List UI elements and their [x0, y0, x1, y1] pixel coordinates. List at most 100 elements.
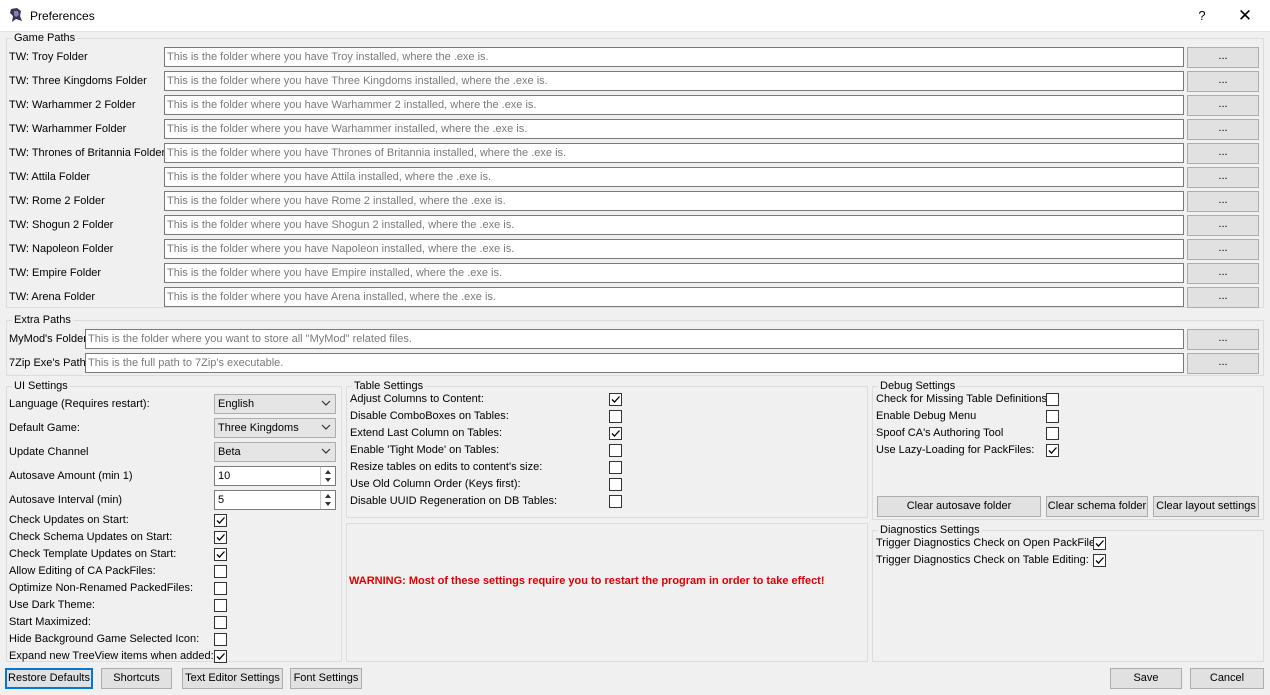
checkbox[interactable] [609, 393, 622, 406]
save-button[interactable]: Save [1110, 668, 1182, 689]
clear-autosave-button[interactable]: Clear autosave folder [877, 496, 1041, 517]
checkbox[interactable] [1046, 427, 1059, 440]
browse-button[interactable]: ... [1187, 167, 1259, 188]
autosave-amount-value: 10 [218, 470, 231, 482]
checkbox-label: Disable UUID Regeneration on DB Tables: [350, 495, 558, 507]
checkbox[interactable] [214, 633, 227, 646]
default-game-select[interactable]: Three Kingdoms [214, 418, 336, 438]
checkbox[interactable] [214, 531, 227, 544]
game-paths-title: Game Paths [12, 32, 78, 45]
update-channel-select[interactable]: Beta [214, 442, 336, 462]
app-logo-icon [8, 7, 24, 23]
checkbox[interactable] [609, 427, 622, 440]
path-input[interactable]: This is the folder where you have Throne… [164, 143, 1184, 163]
cancel-button[interactable]: Cancel [1190, 668, 1264, 689]
path-input[interactable]: This is the full path to 7Zip's executab… [85, 353, 1184, 373]
checkmark-icon [611, 396, 620, 403]
path-label: TW: Shogun 2 Folder [9, 219, 114, 231]
default-game-label: Default Game: [9, 422, 80, 434]
path-input[interactable]: This is the folder where you have Warham… [164, 119, 1184, 139]
browse-button[interactable]: ... [1187, 263, 1259, 284]
path-label: TW: Thrones of Britannia Folder [9, 147, 166, 159]
checkbox[interactable] [609, 495, 622, 508]
path-placeholder: This is the folder where you have Attila… [167, 171, 492, 183]
browse-button[interactable]: ... [1187, 71, 1259, 92]
browse-button[interactable]: ... [1187, 47, 1259, 68]
checkbox[interactable] [1046, 393, 1059, 406]
clear-schema-button[interactable]: Clear schema folder [1046, 496, 1148, 517]
font-settings-button[interactable]: Font Settings [290, 668, 362, 689]
checkbox[interactable] [609, 461, 622, 474]
browse-button[interactable]: ... [1187, 95, 1259, 116]
spin-arrows[interactable] [320, 491, 335, 509]
spin-down-icon[interactable] [325, 478, 331, 482]
checkbox[interactable] [1046, 444, 1059, 457]
checkmark-icon [1048, 447, 1057, 454]
browse-button[interactable]: ... [1187, 191, 1259, 212]
restore-defaults-button[interactable]: Restore Defaults [5, 668, 93, 689]
path-input[interactable]: This is the folder where you have Three … [164, 71, 1184, 91]
checkbox[interactable] [609, 444, 622, 457]
spin-up-icon[interactable] [325, 494, 331, 498]
shortcuts-button[interactable]: Shortcuts [101, 668, 172, 689]
path-input[interactable]: This is the folder where you have Rome 2… [164, 191, 1184, 211]
browse-button[interactable]: ... [1187, 215, 1259, 236]
checkbox[interactable] [214, 548, 227, 561]
path-input[interactable]: This is the folder where you have Napole… [164, 239, 1184, 259]
checkbox[interactable] [214, 650, 227, 663]
path-input[interactable]: This is the folder where you have Arena … [164, 287, 1184, 307]
autosave-amount-spinbox[interactable]: 10 [214, 466, 336, 486]
path-input[interactable]: This is the folder where you have Shogun… [164, 215, 1184, 235]
autosave-interval-value: 5 [218, 494, 225, 506]
browse-button[interactable]: ... [1187, 353, 1259, 374]
spin-arrows[interactable] [320, 467, 335, 485]
checkbox[interactable] [214, 582, 227, 595]
update-channel-label: Update Channel [9, 446, 89, 458]
checkbox[interactable] [609, 478, 622, 491]
path-input[interactable]: This is the folder where you have Warham… [164, 95, 1184, 115]
path-placeholder: This is the folder where you have Warham… [167, 123, 528, 135]
checkbox[interactable] [1093, 554, 1106, 567]
checkbox[interactable] [214, 599, 227, 612]
autosave-interval-spinbox[interactable]: 5 [214, 490, 336, 510]
help-icon[interactable]: ? [1192, 6, 1212, 26]
warning-panel [346, 523, 868, 662]
path-placeholder: This is the folder where you have Rome 2… [167, 195, 506, 207]
close-icon[interactable]: ✕ [1234, 6, 1256, 26]
path-input[interactable]: This is the folder where you have Empire… [164, 263, 1184, 283]
path-placeholder: This is the folder where you have Empire… [167, 267, 503, 279]
browse-button[interactable]: ... [1187, 143, 1259, 164]
checkbox[interactable] [214, 565, 227, 578]
path-label: TW: Arena Folder [9, 291, 95, 303]
checkbox[interactable] [609, 410, 622, 423]
spin-down-icon[interactable] [325, 502, 331, 506]
extra-paths-title: Extra Paths [12, 314, 73, 327]
ui-settings-title: UI Settings [12, 380, 70, 393]
checkbox[interactable] [214, 514, 227, 527]
text-editor-settings-button[interactable]: Text Editor Settings [182, 668, 283, 689]
path-input[interactable]: This is the folder where you have Attila… [164, 167, 1184, 187]
clear-layout-button[interactable]: Clear layout settings [1153, 496, 1259, 517]
spin-up-icon[interactable] [325, 470, 331, 474]
browse-button[interactable]: ... [1187, 119, 1259, 140]
window-title: Preferences [30, 9, 95, 23]
checkbox[interactable] [1046, 410, 1059, 423]
path-placeholder: This is the folder where you have Warham… [167, 99, 537, 111]
path-input[interactable]: This is the folder where you have Troy i… [164, 47, 1184, 67]
path-input[interactable]: This is the folder where you want to sto… [85, 329, 1184, 349]
title-bar [0, 0, 1270, 32]
checkbox[interactable] [1093, 537, 1106, 550]
browse-button[interactable]: ... [1187, 239, 1259, 260]
checkbox-label: Trigger Diagnostics Check on Table Editi… [876, 554, 1089, 566]
checkmark-icon [216, 653, 225, 660]
path-placeholder: This is the folder where you have Napole… [167, 243, 515, 255]
chevron-down-icon [321, 400, 331, 406]
path-label: 7Zip Exe's Path [9, 357, 86, 369]
browse-button[interactable]: ... [1187, 329, 1259, 350]
language-select[interactable]: English [214, 394, 336, 414]
browse-button[interactable]: ... [1187, 287, 1259, 308]
checkbox[interactable] [214, 616, 227, 629]
path-label: TW: Rome 2 Folder [9, 195, 105, 207]
language-label: Language (Requires restart): [9, 398, 150, 410]
path-label: TW: Warhammer Folder [9, 123, 127, 135]
